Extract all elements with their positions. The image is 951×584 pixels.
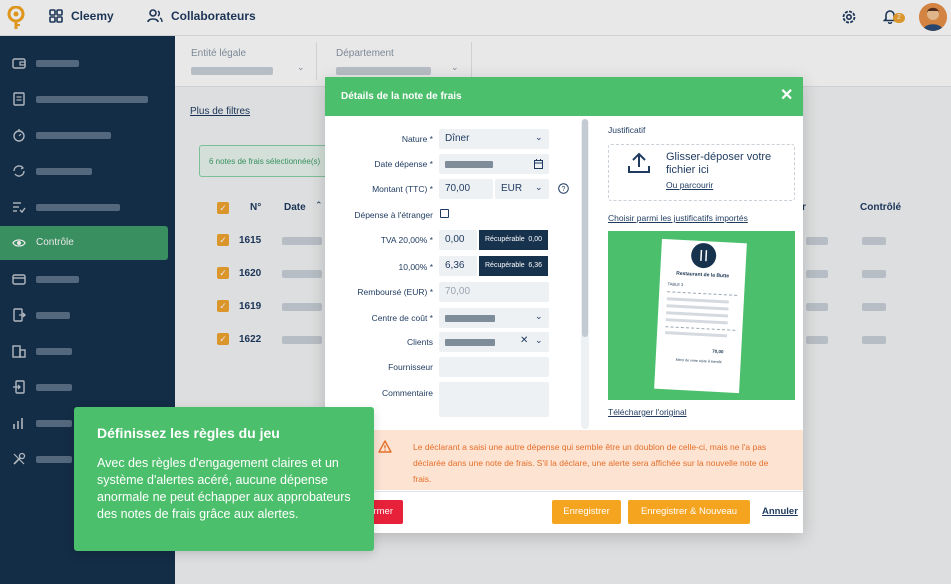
- clients-select[interactable]: [439, 332, 549, 352]
- supplier-label: Fournisseur: [388, 362, 433, 372]
- reimbursed-label: Remboursé (EUR) *: [357, 287, 433, 297]
- callout-body: Avec des règles d'engagement claires et …: [97, 456, 351, 521]
- vat10-label: 10,00% *: [398, 262, 434, 272]
- chevron-down-icon: ⌄: [535, 311, 543, 321]
- receipt-thanks: Merci de votre visite À bientôt: [675, 357, 722, 365]
- supplier-input[interactable]: [439, 357, 549, 377]
- calendar-icon[interactable]: [534, 159, 543, 169]
- foreign-checkbox[interactable]: [440, 209, 449, 218]
- help-icon[interactable]: ?: [558, 183, 569, 194]
- browse-link[interactable]: Ou parcourir: [666, 180, 713, 190]
- vat20-input[interactable]: 0,00: [439, 230, 477, 250]
- expense-details-modal: Détails de la note de frais ✕ Nature * D…: [325, 77, 803, 533]
- callout-title: Définissez les règles du jeu: [97, 425, 280, 441]
- clients-label: Clients: [407, 337, 433, 347]
- receipt-total: 70,00: [712, 348, 724, 355]
- costcenter-label: Centre de coût *: [371, 313, 433, 323]
- vat20-label: TVA 20,00% *: [380, 235, 433, 245]
- cancel-button[interactable]: Annuler: [762, 506, 798, 517]
- vat10-input[interactable]: 6,36: [439, 256, 477, 276]
- amount-input[interactable]: 70,00: [439, 179, 493, 199]
- reimbursed-value: 70,00: [445, 286, 471, 297]
- vat10-value: 6,36: [445, 260, 465, 271]
- recoverable-label: Récupérable: [485, 262, 525, 269]
- receipt-preview[interactable]: Restaurant de la Butte TABLE 3 70,00 Mer…: [608, 231, 795, 400]
- recoverable-label: Récupérable: [485, 236, 525, 243]
- duplicate-alert: Le déclarant a saisi une autre dépense q…: [325, 430, 803, 490]
- vat20-recoverable: Récupérable 0,00: [479, 230, 548, 250]
- modal-footer: rmer Enregistrer Enregistrer & Nouveau A…: [325, 491, 803, 533]
- dropzone-title: Glisser-déposer votre fichier ici: [666, 151, 772, 176]
- alert-message: Le déclarant a saisi une autre dépense q…: [413, 442, 769, 484]
- nature-label: Nature *: [401, 134, 433, 144]
- nature-select[interactable]: Dîner: [439, 129, 549, 149]
- svg-text:?: ?: [562, 186, 566, 193]
- chevron-down-icon: ⌄: [535, 335, 543, 345]
- clear-icon[interactable]: ✕: [520, 335, 528, 346]
- form-scrollbar[interactable]: [581, 119, 589, 429]
- vat20-value: 0,00: [445, 234, 465, 245]
- feature-callout: Définissez les règles du jeu Avec des rè…: [74, 407, 374, 551]
- date-field[interactable]: [439, 154, 549, 174]
- costcenter-select[interactable]: [439, 308, 549, 328]
- reimbursed-input: 70,00: [439, 282, 549, 302]
- chevron-down-icon: ⌄: [535, 132, 543, 142]
- recoverable-value: 6,36: [528, 262, 542, 269]
- modal-title: Détails de la note de frais: [341, 91, 462, 102]
- download-original-link[interactable]: Télécharger l'original: [608, 407, 687, 417]
- recoverable-value: 0,00: [528, 236, 542, 243]
- receipt-table: TABLE 3: [667, 281, 684, 288]
- receipt-image: Restaurant de la Butte TABLE 3 70,00 Mer…: [654, 238, 747, 394]
- close-icon[interactable]: ✕: [780, 87, 793, 105]
- currency-value: EUR: [501, 183, 523, 194]
- warning-icon: [378, 440, 392, 453]
- scrollbar-thumb[interactable]: [582, 119, 588, 337]
- amount-value: 70,00: [445, 183, 471, 194]
- file-dropzone[interactable]: Glisser-déposer votre fichier ici Ou par…: [608, 144, 795, 201]
- comment-textarea[interactable]: [439, 382, 549, 417]
- receipt-restaurant: Restaurant de la Butte: [675, 270, 730, 280]
- foreign-label: Dépense à l'étranger: [354, 210, 433, 220]
- modal-header: Détails de la note de frais ✕: [325, 77, 803, 116]
- comment-label: Commentaire: [381, 388, 433, 398]
- amount-label: Montant (TTC) *: [372, 184, 433, 194]
- save-button[interactable]: Enregistrer: [552, 500, 621, 524]
- choose-imported-link[interactable]: Choisir parmi les justificatifs importés: [608, 213, 748, 223]
- nature-value: Dîner: [445, 133, 470, 144]
- fork-knife-icon: [690, 242, 717, 269]
- date-label: Date dépense *: [374, 159, 433, 169]
- attachment-label: Justificatif: [608, 125, 646, 135]
- upload-icon: [628, 152, 650, 173]
- save-new-button[interactable]: Enregistrer & Nouveau: [628, 500, 750, 524]
- vat10-recoverable: Récupérable 6,36: [479, 256, 548, 276]
- chevron-down-icon: ⌄: [535, 182, 543, 192]
